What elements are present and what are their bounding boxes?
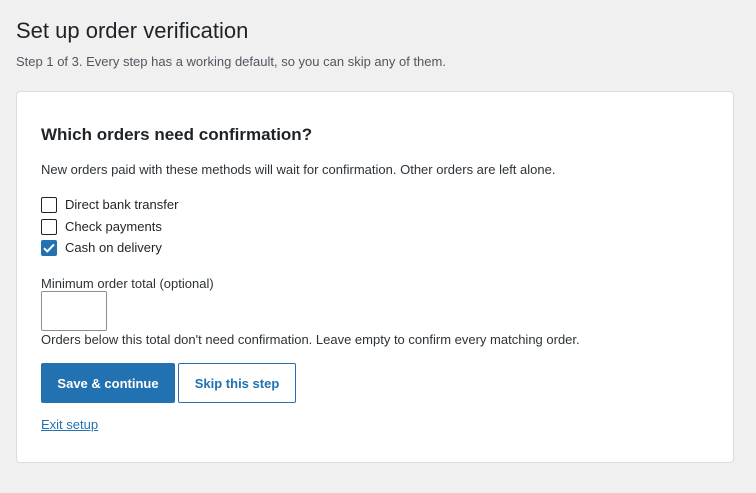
skip-step-button[interactable]: Skip this step bbox=[178, 363, 296, 403]
method-label: Cash on delivery bbox=[65, 240, 162, 255]
minimum-total-input[interactable] bbox=[41, 291, 107, 331]
checkbox-direct-bank-transfer[interactable] bbox=[41, 197, 57, 213]
page-title: Set up order verification bbox=[16, 18, 249, 43]
checkbox-check-payments[interactable] bbox=[41, 219, 57, 235]
check-icon bbox=[43, 243, 55, 253]
order-confirmation-card: Which orders need confirmation? New orde… bbox=[16, 91, 734, 463]
method-check-payments[interactable]: Check payments bbox=[41, 218, 162, 236]
method-cash-on-delivery[interactable]: Cash on delivery bbox=[41, 239, 162, 257]
setup-page: Set up order verification Step 1 of 3. E… bbox=[0, 0, 756, 493]
step-progress-text: Step 1 of 3. Every step has a working de… bbox=[16, 54, 446, 69]
method-direct-bank-transfer[interactable]: Direct bank transfer bbox=[41, 196, 178, 214]
minimum-total-help: Orders below this total don't need confi… bbox=[41, 332, 580, 347]
save-continue-button[interactable]: Save & continue bbox=[41, 363, 175, 403]
method-label: Check payments bbox=[65, 219, 162, 234]
exit-setup-link[interactable]: Exit setup bbox=[41, 416, 98, 434]
card-heading: Which orders need confirmation? bbox=[41, 125, 313, 144]
checkbox-cash-on-delivery[interactable] bbox=[41, 240, 57, 256]
card-description: New orders paid with these methods will … bbox=[41, 162, 556, 177]
method-label: Direct bank transfer bbox=[65, 197, 179, 212]
